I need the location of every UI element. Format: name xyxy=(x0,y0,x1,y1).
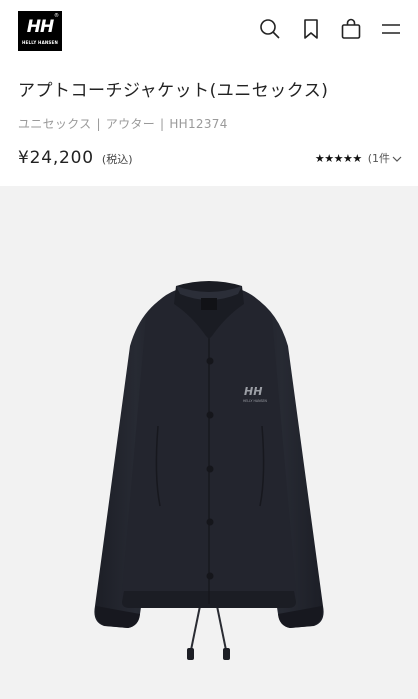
logo-registered-mark: ® xyxy=(54,13,59,19)
logo-wordmark: HELLY HANSEN xyxy=(22,40,58,45)
rating-stars: ★★★★★ xyxy=(314,151,362,165)
review-count[interactable]: (1件 xyxy=(368,150,402,166)
breadcrumb: ユニセックス | アウター | HH12374 xyxy=(18,116,228,132)
logo-mark: HH xyxy=(26,17,54,37)
breadcrumb-separator: | xyxy=(160,117,165,131)
shopping-bag-icon[interactable] xyxy=(339,17,363,41)
chest-logo: HH xyxy=(244,385,262,398)
chest-logo-wordmark: HELLY HANSEN xyxy=(243,399,267,403)
breadcrumb-item-product-code: HH12374 xyxy=(169,117,228,131)
menu-icon[interactable] xyxy=(379,17,403,41)
chevron-down-icon xyxy=(392,153,402,166)
breadcrumb-separator: | xyxy=(96,117,101,131)
search-icon[interactable] xyxy=(258,17,282,41)
price-row: ¥24,200 (税込) xyxy=(18,147,133,171)
product-price: ¥24,200 xyxy=(18,148,94,168)
rating-summary[interactable]: ★★★★★ (1件 xyxy=(315,150,402,166)
product-title: アプトコーチジャケット(ユニセックス) xyxy=(18,81,329,101)
tax-included-label: (税込) xyxy=(101,153,133,166)
brand-logo[interactable]: HH ® HELLY HANSEN xyxy=(18,11,62,51)
breadcrumb-item-subcategory[interactable]: アウター xyxy=(106,117,155,131)
bookmark-icon[interactable] xyxy=(299,17,323,41)
jacket-illustration: HH HELLY HANSEN xyxy=(94,281,324,660)
breadcrumb-item-category[interactable]: ユニセックス xyxy=(18,117,91,131)
site-header: HH ® HELLY HANSEN xyxy=(0,0,418,62)
product-image[interactable]: HH HELLY HANSEN xyxy=(0,186,418,699)
